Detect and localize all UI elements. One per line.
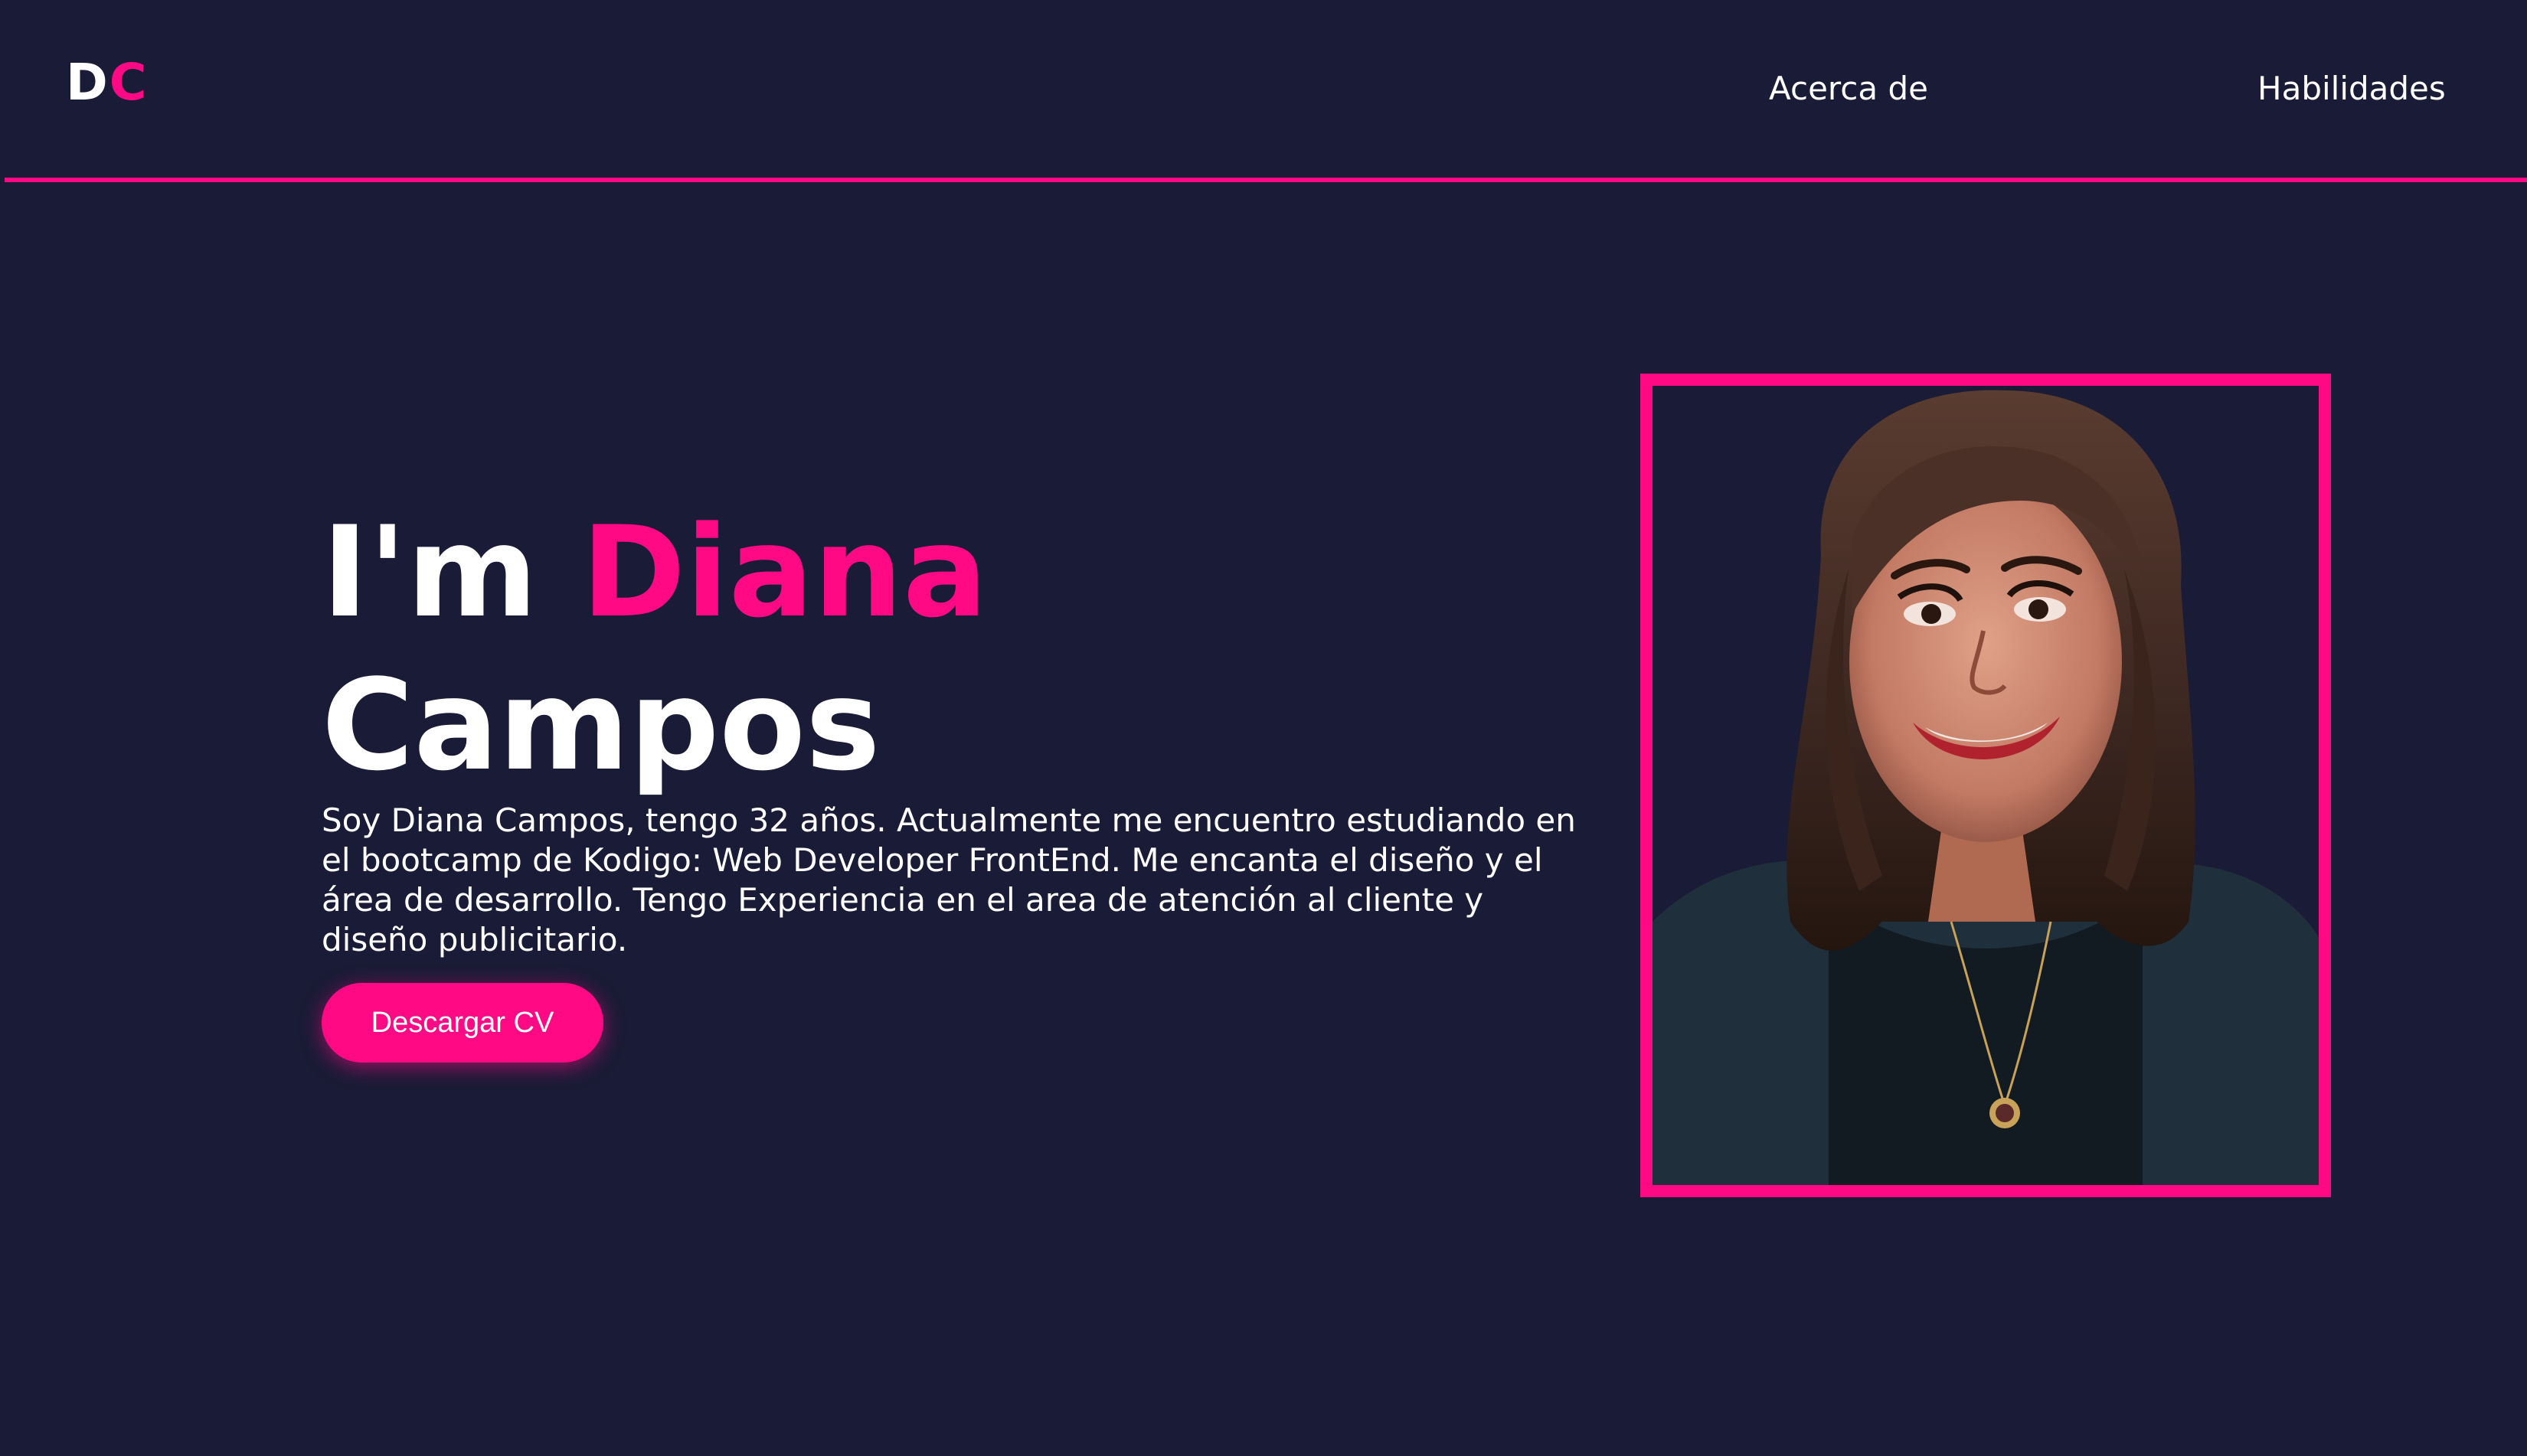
download-cv-button[interactable]: Descargar CV (322, 983, 603, 1063)
hero-title: I'm Diana Campos (322, 496, 988, 802)
logo-letter-c: C (109, 53, 149, 112)
profile-photo (1653, 386, 2319, 1185)
logo[interactable]: DC (66, 52, 148, 113)
hero-title-first-name: Diana (581, 499, 988, 645)
header-divider (5, 178, 2527, 182)
nav-link-acerca-de[interactable]: Acerca de (1769, 67, 1928, 110)
site-header: DC Acerca de Habilidades (0, 0, 2527, 179)
hero-title-last-name: Campos (322, 652, 881, 798)
hero-title-prefix: I'm (322, 499, 582, 645)
logo-letter-d: D (66, 53, 110, 112)
hero-description: Soy Diana Campos, tengo 32 años. Actualm… (322, 801, 1576, 958)
nav-link-habilidades[interactable]: Habilidades (2257, 67, 2446, 110)
profile-photo-frame (1640, 374, 2331, 1197)
